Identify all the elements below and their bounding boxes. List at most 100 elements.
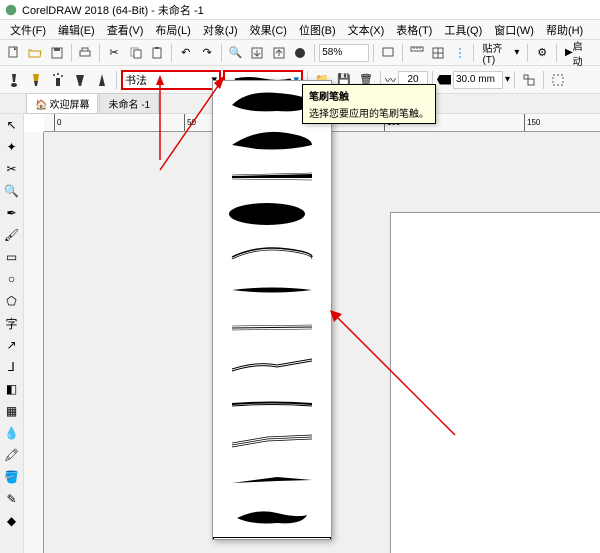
- pick-tool[interactable]: ↖: [3, 116, 21, 134]
- nib-icon: [437, 75, 451, 85]
- separator: [556, 44, 557, 62]
- separator: [221, 44, 222, 62]
- rectangle-tool[interactable]: ▭: [3, 248, 21, 266]
- smart-fill-tool[interactable]: 🪣: [3, 468, 21, 486]
- brush-option-12[interactable]: [213, 499, 331, 537]
- menu-effect[interactable]: 效果(C): [244, 20, 293, 40]
- brush-option-8[interactable]: [213, 347, 331, 385]
- home-icon: 🏠: [35, 100, 47, 111]
- polygon-tool[interactable]: ⬠: [3, 292, 21, 310]
- grid-button[interactable]: [428, 43, 448, 63]
- separator: [543, 71, 544, 89]
- menu-window[interactable]: 窗口(W): [488, 20, 540, 40]
- interactive-fill-tool[interactable]: 🖍: [3, 446, 21, 464]
- zoom-input[interactable]: [319, 44, 369, 62]
- brush-category-dropdown[interactable]: 书法 ▾: [121, 70, 221, 90]
- stroke-width-input[interactable]: [453, 71, 503, 89]
- pressure-button[interactable]: [92, 70, 112, 90]
- tooltip-title: 笔刷笔触: [309, 88, 429, 103]
- connector-tool[interactable]: ⅃: [3, 358, 21, 376]
- menu-edit[interactable]: 编辑(E): [52, 20, 101, 40]
- brush-button[interactable]: [26, 70, 46, 90]
- menu-file[interactable]: 文件(F): [4, 20, 52, 40]
- open-button[interactable]: [26, 43, 46, 63]
- window-title: CorelDRAW 2018 (64-Bit) - 未命名 -1: [22, 2, 204, 18]
- menu-layout[interactable]: 布局(L): [149, 20, 196, 40]
- shape-tool[interactable]: ✦: [3, 138, 21, 156]
- snap-dropdown[interactable]: 贴齐(T) ▾: [478, 38, 523, 68]
- drop-shadow-tool[interactable]: ◧: [3, 380, 21, 398]
- brush-option-11[interactable]: [213, 461, 331, 499]
- separator: [402, 44, 403, 62]
- preset-brush-button[interactable]: [4, 70, 24, 90]
- page: [390, 212, 600, 553]
- separator: [527, 44, 528, 62]
- separator: [373, 44, 374, 62]
- brush-option-4[interactable]: [213, 195, 331, 233]
- import-button[interactable]: [248, 43, 268, 63]
- toolbox: ↖ ✦ ✂ 🔍 ✒ 🖌 ▭ ○ ⬠ 字 ↗ ⅃ ◧ ▦ 💧 🖍 🪣 ✎ ◆: [0, 114, 24, 553]
- separator: [473, 44, 474, 62]
- eyedropper-tool[interactable]: 💧: [3, 424, 21, 442]
- stroke-width-control[interactable]: ▾: [437, 71, 510, 89]
- ruler-tick: 50: [184, 114, 196, 131]
- tab-welcome[interactable]: 🏠欢迎屏幕: [26, 93, 98, 114]
- app-icon: [4, 3, 18, 17]
- freehand-tool[interactable]: ✒: [3, 204, 21, 222]
- export-button[interactable]: [269, 43, 289, 63]
- copy-button[interactable]: [126, 43, 146, 63]
- transparency-tool[interactable]: ▦: [3, 402, 21, 420]
- menu-tools[interactable]: 工具(Q): [438, 20, 488, 40]
- chevron-down-icon: ▾: [505, 74, 510, 85]
- tooltip: 笔刷笔触 选择您要应用的笔刷笔触。: [302, 84, 436, 124]
- ellipse-tool[interactable]: ○: [3, 270, 21, 288]
- calligraphic-button[interactable]: [70, 70, 90, 90]
- publish-button[interactable]: [291, 43, 311, 63]
- guides-button[interactable]: [450, 43, 470, 63]
- search-button[interactable]: 🔍: [226, 43, 246, 63]
- menu-table[interactable]: 表格(T): [390, 20, 438, 40]
- fill-tool[interactable]: ◆: [3, 512, 21, 530]
- text-tool[interactable]: 字: [3, 314, 21, 332]
- new-button[interactable]: [4, 43, 24, 63]
- brush-option-13[interactable]: [213, 537, 331, 540]
- scale-stroke-button[interactable]: [519, 70, 539, 90]
- parallel-dimension-tool[interactable]: ↗: [3, 336, 21, 354]
- crop-tool[interactable]: ✂: [3, 160, 21, 178]
- title-bar: CorelDRAW 2018 (64-Bit) - 未命名 -1: [0, 0, 600, 20]
- fullscreen-button[interactable]: [378, 43, 398, 63]
- brush-option-2[interactable]: [213, 119, 331, 157]
- tab-untitled[interactable]: 未命名 -1: [99, 93, 159, 114]
- separator: [314, 44, 315, 62]
- standard-toolbar: ✂ ↶ ↷ 🔍 贴齐(T) ▾ ⚙ ▶ 启动: [0, 40, 600, 66]
- brush-stroke-panel[interactable]: [212, 80, 332, 540]
- options-button[interactable]: ⚙: [532, 43, 552, 63]
- rulers-button[interactable]: [407, 43, 427, 63]
- tooltip-body: 选择您要应用的笔刷笔触。: [309, 105, 429, 120]
- artistic-media-tool[interactable]: 🖌: [3, 226, 21, 244]
- separator: [171, 44, 172, 62]
- redo-button[interactable]: ↷: [197, 43, 217, 63]
- brush-option-7[interactable]: [213, 309, 331, 347]
- launch-button[interactable]: ▶ 启动: [561, 36, 596, 70]
- paste-button[interactable]: [147, 43, 167, 63]
- outline-tool[interactable]: ✎: [3, 490, 21, 508]
- brush-option-9[interactable]: [213, 385, 331, 423]
- undo-button[interactable]: ↶: [176, 43, 196, 63]
- sprayer-button[interactable]: [48, 70, 68, 90]
- zoom-tool[interactable]: 🔍: [3, 182, 21, 200]
- print-button[interactable]: [76, 43, 96, 63]
- menu-object[interactable]: 对象(J): [197, 20, 244, 40]
- brush-option-5[interactable]: [213, 233, 331, 271]
- menu-bitmap[interactable]: 位图(B): [293, 20, 342, 40]
- save-button[interactable]: [47, 43, 67, 63]
- brush-option-3[interactable]: [213, 157, 331, 195]
- menu-text[interactable]: 文本(X): [342, 20, 391, 40]
- menu-view[interactable]: 查看(V): [101, 20, 150, 40]
- brush-option-6[interactable]: [213, 271, 331, 309]
- brush-option-10[interactable]: [213, 423, 331, 461]
- separator: [514, 71, 515, 89]
- bounding-box-button[interactable]: [548, 70, 568, 90]
- vertical-ruler[interactable]: [24, 132, 44, 553]
- cut-button[interactable]: ✂: [104, 43, 124, 63]
